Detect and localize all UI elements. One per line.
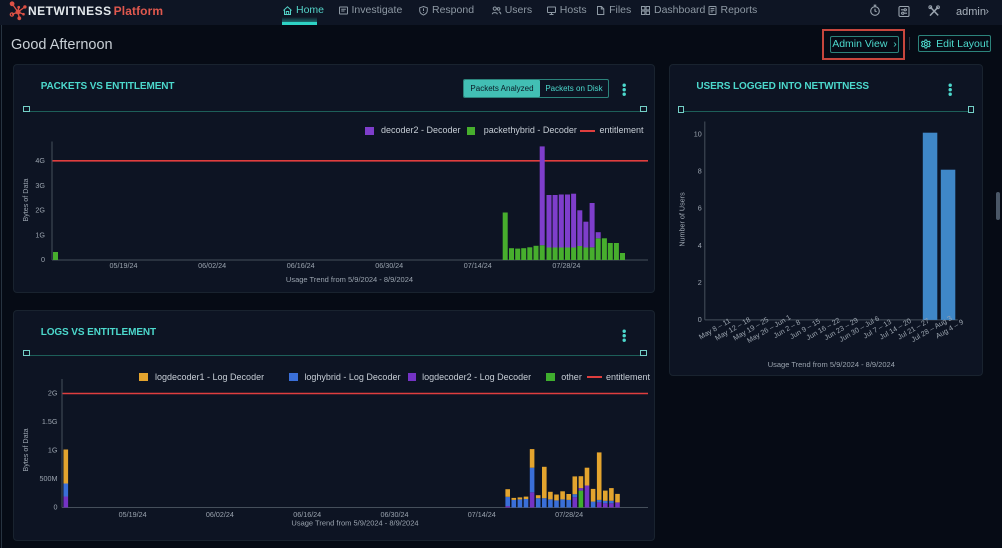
svg-text:0: 0 <box>41 255 45 264</box>
svg-text:Usage Trend from 5/9/2024 - 8/: Usage Trend from 5/9/2024 - 8/9/2024 <box>767 360 894 369</box>
svg-text:10: 10 <box>693 129 701 138</box>
svg-text:0: 0 <box>54 503 58 512</box>
svg-text:Usage Trend from 5/9/2024 - 8/: Usage Trend from 5/9/2024 - 8/9/2024 <box>291 519 418 528</box>
svg-text:06/30/24: 06/30/24 <box>375 261 403 270</box>
svg-text:8: 8 <box>697 166 701 175</box>
svg-text:2G: 2G <box>48 389 58 398</box>
svg-text:2: 2 <box>697 278 701 287</box>
svg-text:06/02/24: 06/02/24 <box>206 510 234 519</box>
svg-text:07/28/24: 07/28/24 <box>555 510 583 519</box>
svg-text:Bytes of Data: Bytes of Data <box>21 178 30 221</box>
svg-text:2G: 2G <box>35 205 45 214</box>
svg-text:1G: 1G <box>48 446 58 455</box>
svg-text:07/14/24: 07/14/24 <box>468 510 496 519</box>
svg-text:07/14/24: 07/14/24 <box>464 261 492 270</box>
svg-text:06/02/24: 06/02/24 <box>198 261 226 270</box>
svg-text:05/19/24: 05/19/24 <box>119 510 147 519</box>
svg-text:3G: 3G <box>35 180 45 189</box>
svg-text:0: 0 <box>697 315 701 324</box>
svg-text:4: 4 <box>697 240 701 249</box>
svg-text:1.5G: 1.5G <box>42 417 58 426</box>
svg-text:500M: 500M <box>40 474 58 483</box>
svg-text:6: 6 <box>697 203 701 212</box>
svg-text:06/16/24: 06/16/24 <box>287 261 315 270</box>
svg-text:Bytes of Data: Bytes of Data <box>21 428 30 471</box>
svg-text:Usage Trend from 5/9/2024 - 8/: Usage Trend from 5/9/2024 - 8/9/2024 <box>286 275 413 284</box>
svg-text:05/19/24: 05/19/24 <box>110 261 138 270</box>
svg-text:4G: 4G <box>35 156 45 165</box>
svg-text:1G: 1G <box>35 230 45 239</box>
svg-text:Number of Users: Number of Users <box>677 191 686 246</box>
svg-text:07/28/24: 07/28/24 <box>552 261 580 270</box>
